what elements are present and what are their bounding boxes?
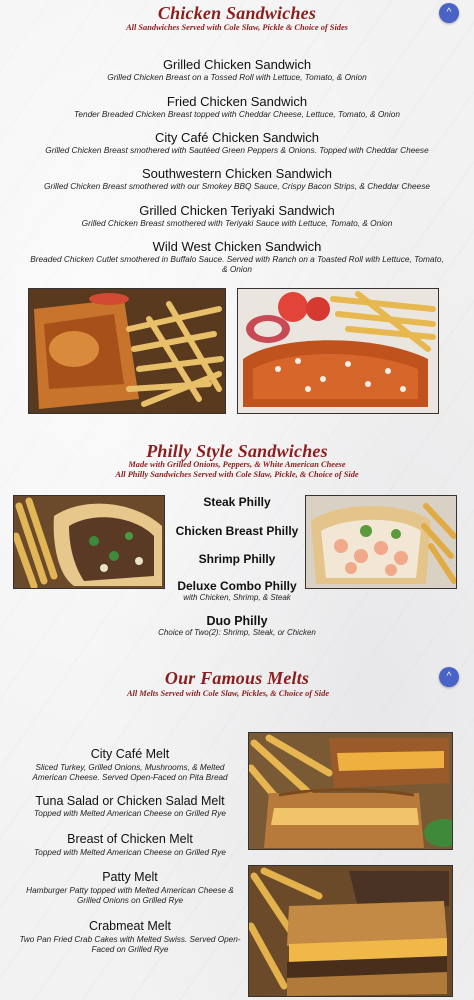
menu-item-desc: Breaded Chicken Cutlet smothered in Buff… xyxy=(30,254,444,274)
menu-item-name: City Café Chicken Sandwich xyxy=(154,130,320,145)
menu-item-name: Steak Philly xyxy=(203,495,271,509)
menu-item-name: Grilled Chicken Sandwich xyxy=(162,57,312,72)
menu-item-desc: Choice of Two(2): Shrimp, Steak, or Chic… xyxy=(158,628,316,637)
menu-item-name: Tuna Salad or Chicken Salad Melt xyxy=(35,794,225,808)
menu-item-name: City Café Melt xyxy=(90,747,170,761)
menu-item-name: Shrimp Philly xyxy=(198,552,276,566)
patty-melt-photo xyxy=(248,865,453,997)
menu-item-desc: with Chicken, Shrimp, & Steak xyxy=(183,593,291,602)
philly-section-subtitle-1: Made with Grilled Onions, Peppers, & Whi… xyxy=(128,460,346,469)
menu-item-desc: Grilled Chicken Breast smothered with ou… xyxy=(44,181,430,191)
menu-item-name: Patty Melt xyxy=(102,870,158,884)
menu-item-desc: Topped with Melted American Cheese on Gr… xyxy=(34,809,226,818)
menu-item-name: Crabmeat Melt xyxy=(89,919,171,933)
shrimp-philly-photo xyxy=(305,495,457,589)
scroll-to-top-button[interactable]: ^ xyxy=(439,3,459,23)
menu-item-desc: Hamburger Patty topped with Melted Ameri… xyxy=(26,886,234,905)
fried-chicken-sandwich-photo xyxy=(28,288,226,414)
menu-item-desc: Sliced Turkey, Grilled Onions, Mushrooms… xyxy=(32,763,228,782)
menu-item-desc: Two Pan Fried Crab Cakes with Melted Swi… xyxy=(19,935,241,954)
menu-item-name: Deluxe Combo Philly xyxy=(177,579,297,593)
steak-philly-photo xyxy=(13,495,165,589)
menu-item-name: Wild West Chicken Sandwich xyxy=(152,239,322,254)
buffalo-chicken-sandwich-photo xyxy=(237,288,439,414)
tuna-melt-photo xyxy=(248,732,453,850)
menu-item-name: Chicken Breast Philly xyxy=(175,524,299,538)
menu-item-name: Fried Chicken Sandwich xyxy=(166,94,308,109)
menu-item-desc: Grilled Chicken Breast smothered with Sa… xyxy=(45,145,429,155)
melts-section-subtitle: All Melts Served with Cole Slaw, Pickles… xyxy=(126,689,330,698)
chicken-section-subtitle: All Sandwiches Served with Cole Slaw, Pi… xyxy=(126,23,348,32)
philly-section-title: Philly Style Sandwiches xyxy=(146,441,328,461)
menu-item-name: Southwestern Chicken Sandwich xyxy=(141,166,333,181)
menu-item-name: Duo Philly xyxy=(206,614,268,628)
melts-section-title: Our Famous Melts xyxy=(164,668,310,688)
menu-item-desc: Grilled Chicken Breast on a Tossed Roll … xyxy=(107,72,367,82)
menu-item-desc: Topped with Melted American Cheese on Gr… xyxy=(34,848,226,857)
menu-item-name: Breast of Chicken Melt xyxy=(67,832,193,846)
philly-section-subtitle-2: All Philly Sandwiches Served with Cole S… xyxy=(115,470,359,479)
menu-item-name: Grilled Chicken Teriyaki Sandwich xyxy=(139,203,335,218)
menu-item-desc: Grilled Chicken Breast smothered with Te… xyxy=(81,218,393,228)
menu-item-desc: Tender Breaded Chicken Breast topped wit… xyxy=(74,109,400,119)
chicken-section-title: Chicken Sandwiches xyxy=(157,3,317,23)
chevron-up-icon: ^ xyxy=(446,7,452,18)
